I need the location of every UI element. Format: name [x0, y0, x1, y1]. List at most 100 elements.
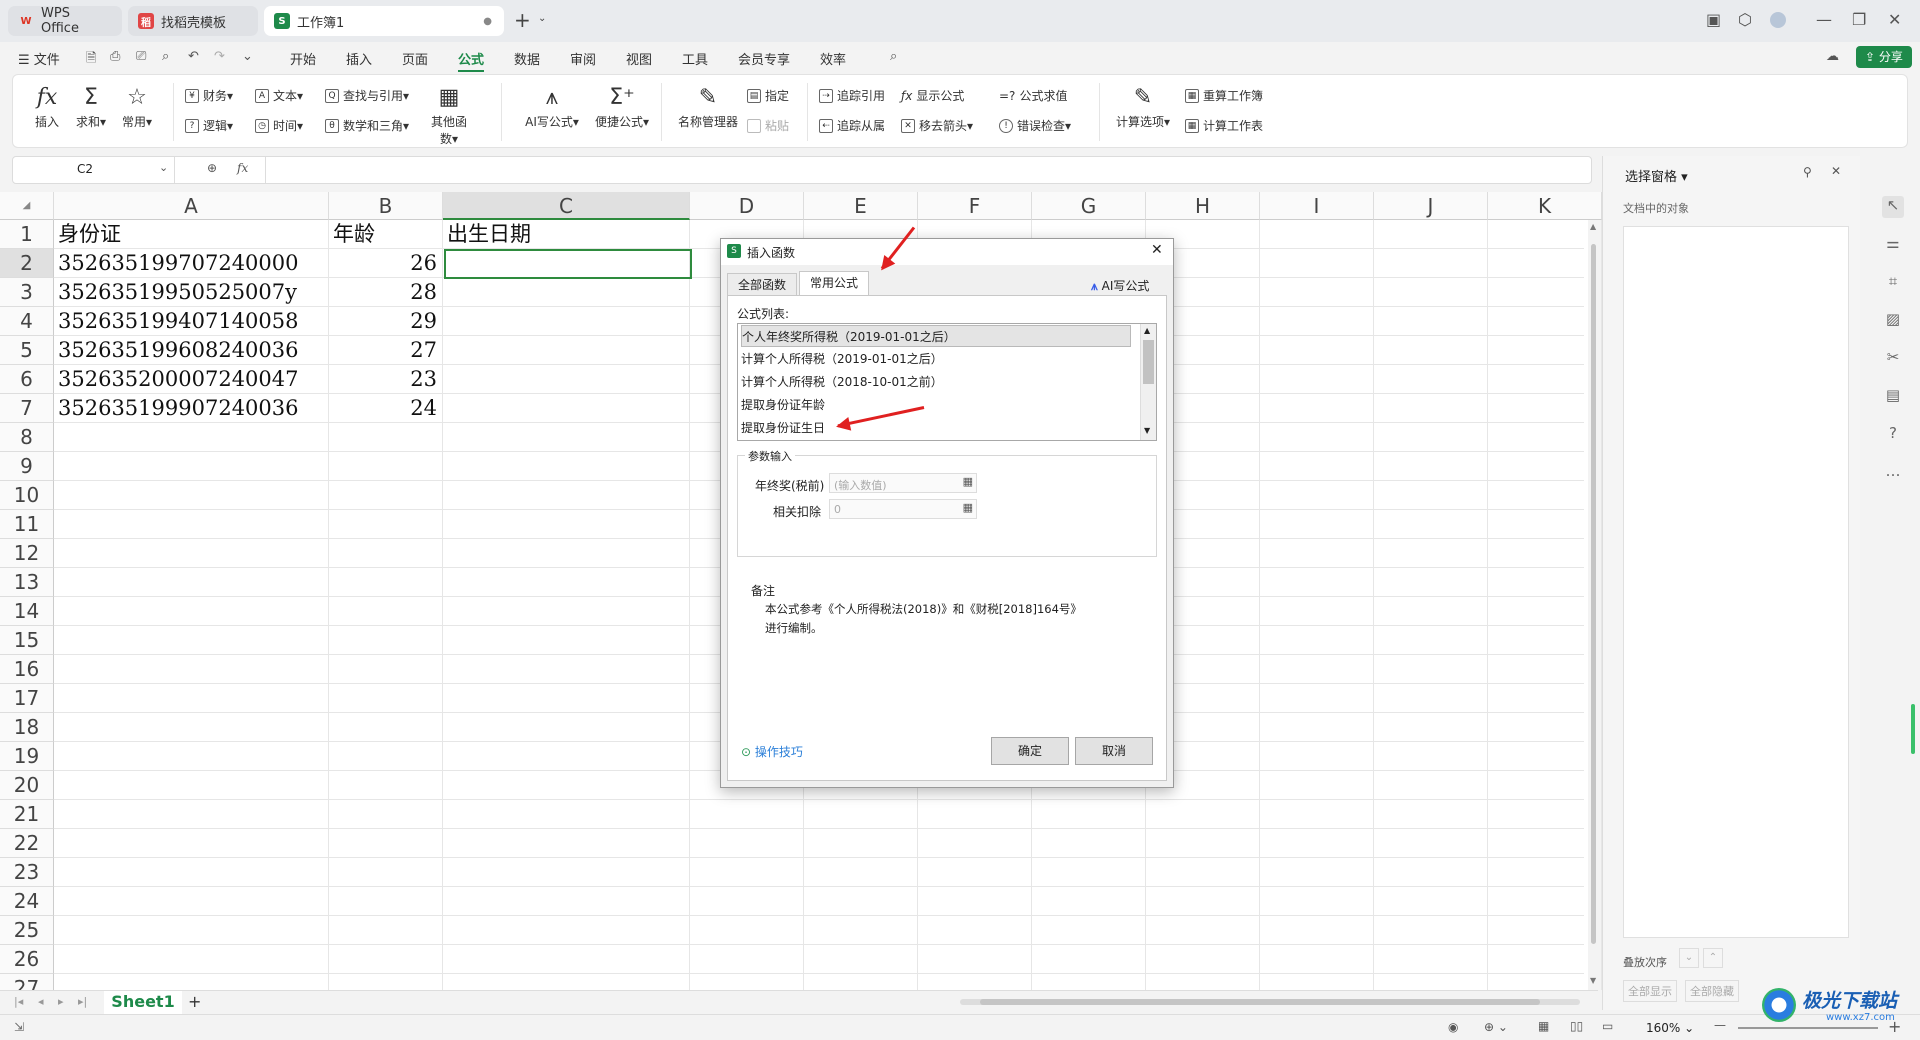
sheet-tab-sheet1[interactable]: Sheet1 [104, 991, 182, 1015]
tips-link[interactable]: ⊙ 操作技巧 [741, 743, 803, 760]
cell-a1[interactable]: 身份证 [58, 220, 121, 249]
cancel-button[interactable]: 取消 [1075, 737, 1153, 765]
column-header-e[interactable]: E [804, 192, 918, 220]
column-header-b[interactable]: B [329, 192, 443, 220]
param2-input[interactable]: 0 ▦ [829, 499, 977, 519]
cell-a7[interactable]: 352635199907240036 [58, 394, 299, 423]
recalc-workbook-button[interactable]: ▦ 重算工作簿 [1185, 87, 1263, 104]
first-sheet-icon[interactable]: |◂ [14, 995, 23, 1008]
show-formulas-button[interactable]: ƒx 显示公式 [901, 87, 964, 104]
row-header-12[interactable]: 12 [0, 539, 54, 568]
sliders-icon[interactable]: ⚌ [1882, 234, 1904, 256]
horizontal-scrollbar[interactable] [960, 999, 1580, 1005]
move-up-icon[interactable]: ⌃ [1703, 948, 1723, 968]
menu-page[interactable]: 页面 [402, 49, 428, 68]
tab-common-formulas[interactable]: 常用公式 [799, 271, 870, 295]
common-functions-button[interactable]: ☆ 常用▾ [115, 83, 159, 130]
normal-view-icon[interactable]: ▦ [1538, 1019, 1549, 1033]
zoom-icon[interactable]: ⊕ [207, 161, 217, 175]
specify-button[interactable]: ▤ 指定 [747, 87, 789, 104]
calc-options-button[interactable]: ✎ 计算选项▾ [1111, 83, 1175, 130]
cell-a4[interactable]: 352635199407140058 [58, 307, 299, 336]
tab-wps-office[interactable]: W WPS Office [8, 6, 122, 36]
row-header-5[interactable]: 5 [0, 336, 54, 365]
name-box[interactable]: C2 ⌄ [13, 157, 175, 183]
scroll-thumb[interactable] [980, 999, 1540, 1005]
preview-icon[interactable]: ⌕ [162, 49, 169, 64]
page-layout-icon[interactable]: ▯▯ [1570, 1019, 1583, 1033]
export-icon[interactable]: ⎙ [110, 49, 120, 64]
menu-view[interactable]: 视图 [626, 49, 652, 68]
row-header-16[interactable]: 16 [0, 655, 54, 684]
insert-function-button[interactable]: fx 插入 [25, 83, 69, 130]
row-header-24[interactable]: 24 [0, 887, 54, 916]
column-header-d[interactable]: D [690, 192, 804, 220]
list-item-id-birthday[interactable]: 提取身份证生日 [741, 417, 1131, 439]
hide-all-button[interactable]: 全部隐藏 [1685, 980, 1739, 1002]
unsaved-dot-icon[interactable]: ● [483, 16, 492, 27]
menu-formula[interactable]: 公式 [458, 49, 485, 72]
quick-formula-button[interactable]: Σ⁺ 便捷公式▾ [589, 83, 655, 130]
row-header-8[interactable]: 8 [0, 423, 54, 452]
cell-a3[interactable]: 35263519950525007y [58, 278, 297, 307]
column-header-a[interactable]: A [54, 192, 329, 220]
formula-input[interactable] [265, 157, 1585, 183]
cell-c1[interactable]: 出生日期 [447, 220, 531, 249]
menu-efficiency[interactable]: 效率 [820, 49, 846, 68]
ai-formula-button[interactable]: ⩚ AI写公式▾ [519, 83, 585, 130]
add-sheet-button[interactable]: + [188, 992, 201, 1011]
more-icon[interactable]: … [1882, 462, 1904, 484]
row-header-17[interactable]: 17 [0, 684, 54, 713]
menu-tools[interactable]: 工具 [682, 49, 708, 68]
error-check-button[interactable]: ! 错误检查 ▾ [999, 117, 1071, 134]
cell-b4[interactable]: 29 [329, 307, 437, 336]
logic-button[interactable]: ? 逻辑 ▾ [185, 117, 233, 134]
row-header-10[interactable]: 10 [0, 481, 54, 510]
row-header-18[interactable]: 18 [0, 713, 54, 742]
image-edit-icon[interactable]: ▨ [1882, 310, 1904, 332]
row-header-4[interactable]: 4 [0, 307, 54, 336]
column-header-f[interactable]: F [918, 192, 1032, 220]
row-header-26[interactable]: 26 [0, 945, 54, 974]
close-icon[interactable]: ✕ [1831, 164, 1841, 178]
ok-button[interactable]: 确定 [991, 737, 1069, 765]
row-header-1[interactable]: 1 [0, 220, 54, 249]
tab-all-functions[interactable]: 全部函数 [727, 273, 798, 295]
center-icon[interactable]: ⊕ ⌄ [1484, 1020, 1508, 1034]
crop-icon[interactable]: ⌗ [1882, 272, 1904, 294]
cell-b1[interactable]: 年龄 [333, 220, 375, 249]
close-icon[interactable]: ✕ [1888, 10, 1901, 29]
chevron-down-icon[interactable]: ⌄ [538, 13, 546, 24]
page-break-icon[interactable]: ▭ [1602, 1019, 1613, 1033]
share-button[interactable]: ⇪ 分享 [1856, 46, 1912, 68]
list-item[interactable]: 计算个人所得税（2019-01-01之后） [741, 348, 1131, 370]
other-functions-button[interactable]: ▦ 其他函数▾ [427, 83, 471, 147]
file-menu[interactable]: ☰ 文件 [18, 49, 60, 68]
row-header-25[interactable]: 25 [0, 916, 54, 945]
undo-icon[interactable]: ↶ [188, 49, 199, 64]
column-header-k[interactable]: K [1488, 192, 1602, 220]
macro-icon[interactable]: ⇲ [14, 1020, 24, 1034]
tab-template[interactable]: 稻 找稻壳模板 [128, 6, 258, 36]
tab-workbook[interactable]: S 工作簿1 ● [264, 6, 504, 36]
prev-sheet-icon[interactable]: ◂ [38, 995, 44, 1008]
restore-icon[interactable]: ❐ [1852, 10, 1866, 29]
trace-dependents-button[interactable]: ⇠ 追踪从属 [819, 117, 885, 134]
menu-data[interactable]: 数据 [514, 49, 540, 68]
redo-icon[interactable]: ↷ [214, 49, 225, 64]
fx-icon[interactable]: fx [237, 161, 248, 175]
layout-icon[interactable]: ▣ [1706, 10, 1721, 29]
objects-list[interactable] [1623, 226, 1849, 938]
select-all-corner[interactable]: ◢ [0, 192, 54, 220]
cell-b3[interactable]: 28 [329, 278, 437, 307]
zoom-level[interactable]: 160% ⌄ [1646, 1021, 1694, 1035]
trace-precedents-button[interactable]: ⇢ 追踪引用 [819, 87, 885, 104]
column-header-j[interactable]: J [1374, 192, 1488, 220]
row-header-14[interactable]: 14 [0, 597, 54, 626]
text-button[interactable]: A 文本 ▾ [255, 87, 303, 104]
row-header-11[interactable]: 11 [0, 510, 54, 539]
pin-icon[interactable]: ⚲ [1803, 165, 1812, 179]
menu-member[interactable]: 会员专享 [738, 49, 790, 68]
eye-icon[interactable]: ◉ [1448, 1020, 1458, 1034]
vertical-scrollbar[interactable]: ▲ ▼ [1588, 220, 1598, 990]
